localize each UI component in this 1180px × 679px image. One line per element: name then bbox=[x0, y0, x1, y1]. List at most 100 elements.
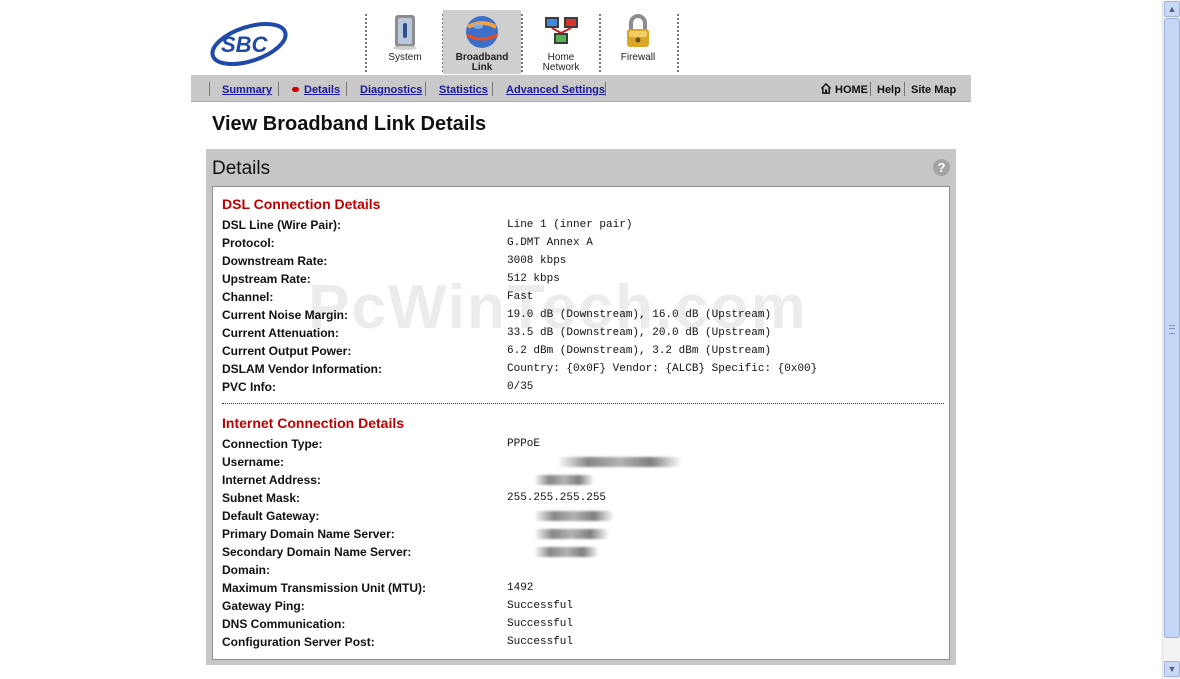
row-label: DSL Line (Wire Pair): bbox=[222, 218, 342, 232]
tab-firewall[interactable]: Firewall bbox=[599, 10, 677, 74]
help-question-icon[interactable]: ? bbox=[933, 159, 950, 176]
internet-row: Default Gateway: bbox=[222, 509, 942, 527]
vertical-scrollbar[interactable]: ▲ ▼ bbox=[1162, 0, 1180, 679]
scroll-down-button[interactable]: ▼ bbox=[1164, 661, 1180, 677]
dsl-row: Protocol: G.DMT Annex A bbox=[222, 236, 942, 254]
details-heading: Details bbox=[212, 158, 271, 179]
subnav-separator bbox=[209, 82, 210, 96]
row-value: 0/35 bbox=[507, 381, 534, 393]
tab-system[interactable]: System bbox=[366, 10, 444, 74]
section-divider bbox=[222, 403, 944, 404]
row-value: Successful bbox=[507, 618, 574, 630]
row-label: Current Attenuation: bbox=[222, 326, 339, 340]
row-value: 6.2 dBm (Downstream), 3.2 dBm (Upstream) bbox=[507, 345, 772, 357]
row-value: PPPoE bbox=[507, 438, 541, 450]
dsl-row: Current Output Power: 6.2 dBm (Downstream… bbox=[222, 344, 942, 362]
tab-home-network-label-2: Network bbox=[542, 62, 580, 73]
subnav-separator bbox=[346, 82, 347, 96]
row-label: DNS Communication: bbox=[222, 617, 346, 631]
dsl-row: Upstream Rate: 512 kbps bbox=[222, 272, 942, 290]
help-link[interactable]: Help bbox=[877, 84, 901, 96]
row-label: Primary Domain Name Server: bbox=[222, 527, 395, 541]
row-label: Current Noise Margin: bbox=[222, 308, 349, 322]
subnav-diagnostics-link[interactable]: Diagnostics bbox=[360, 84, 422, 96]
row-value: 3008 kbps bbox=[507, 255, 567, 267]
row-label: Subnet Mask: bbox=[222, 491, 301, 505]
home-icon[interactable] bbox=[820, 83, 832, 94]
scroll-thumb[interactable] bbox=[1164, 18, 1180, 638]
home-link[interactable]: HOME bbox=[835, 84, 868, 96]
dsl-row: Current Noise Margin: 19.0 dB (Downstream… bbox=[222, 308, 942, 326]
subnav-separator bbox=[605, 82, 606, 96]
subnav-summary-link[interactable]: Summary bbox=[222, 84, 272, 96]
details-panel: Details ? DSL Connection Details DSL Lin… bbox=[206, 149, 956, 665]
utility-separator bbox=[904, 82, 905, 96]
internet-row: Username: bbox=[222, 455, 942, 473]
subnav-details-link[interactable]: Details bbox=[304, 84, 340, 96]
row-value: 33.5 dB (Downstream), 20.0 dB (Upstream) bbox=[507, 327, 772, 339]
broadband-globe-icon bbox=[466, 16, 498, 48]
system-icon bbox=[393, 15, 417, 50]
redacted-value bbox=[534, 529, 609, 539]
dsl-row: Channel: Fast bbox=[222, 290, 942, 308]
subnav-separator bbox=[492, 82, 493, 96]
internet-row: DNS Communication: Successful bbox=[222, 617, 942, 635]
internet-row: Internet Address: bbox=[222, 473, 942, 491]
row-label: Domain: bbox=[222, 563, 270, 577]
internet-row: Connection Type: PPPoE bbox=[222, 437, 942, 455]
subnav-statistics-link[interactable]: Statistics bbox=[439, 84, 488, 96]
tab-home-network[interactable]: Home Network bbox=[522, 10, 600, 74]
row-label: PVC Info: bbox=[222, 380, 276, 394]
internet-row: Configuration Server Post: Successful bbox=[222, 635, 942, 653]
row-label: Protocol: bbox=[222, 236, 275, 250]
sbc-logo[interactable]: SBC bbox=[207, 16, 291, 72]
details-content-box: DSL Connection Details DSL Line (Wire Pa… bbox=[212, 186, 950, 660]
row-label: Username: bbox=[222, 455, 285, 469]
internet-row: Subnet Mask: 255.255.255.255 bbox=[222, 491, 942, 509]
row-value: Country: {0x0F} Vendor: {ALCB} Specific:… bbox=[507, 363, 818, 375]
row-value: 255.255.255.255 bbox=[507, 492, 607, 504]
firewall-lock-icon bbox=[627, 14, 649, 47]
redacted-value bbox=[534, 547, 599, 557]
row-value: 1492 bbox=[507, 582, 534, 594]
row-value: Fast bbox=[507, 291, 534, 303]
nav-divider bbox=[677, 14, 679, 72]
row-label: Default Gateway: bbox=[222, 509, 320, 523]
router-web-page: SBC System Broadband Link Home Network F… bbox=[0, 0, 1162, 679]
scroll-up-button[interactable]: ▲ bbox=[1164, 1, 1180, 17]
internet-section-title: Internet Connection Details bbox=[222, 415, 405, 431]
dsl-row: DSLAM Vendor Information: Country: {0x0F}… bbox=[222, 362, 942, 380]
dsl-row: Current Attenuation: 33.5 dB (Downstream)… bbox=[222, 326, 942, 344]
tab-broadband-label-2: Link bbox=[471, 62, 493, 73]
row-label: Maximum Transmission Unit (MTU): bbox=[222, 581, 427, 595]
subnav-separator bbox=[278, 82, 279, 96]
dsl-section-title: DSL Connection Details bbox=[222, 196, 381, 212]
redacted-value bbox=[534, 511, 614, 521]
tab-system-label: System bbox=[388, 52, 422, 63]
grip-icon bbox=[1169, 325, 1175, 334]
row-label: Current Output Power: bbox=[222, 344, 352, 358]
tab-broadband-link[interactable]: Broadband Link bbox=[443, 10, 521, 74]
site-map-link[interactable]: Site Map bbox=[911, 84, 956, 96]
active-indicator-dot bbox=[292, 87, 299, 92]
redacted-value bbox=[534, 475, 594, 485]
row-value: Successful bbox=[507, 636, 574, 648]
row-value: G.DMT Annex A bbox=[507, 237, 593, 249]
redacted-value bbox=[557, 457, 682, 467]
row-value: 19.0 dB (Downstream), 16.0 dB (Upstream) bbox=[507, 309, 772, 321]
utility-separator bbox=[870, 82, 871, 96]
internet-row: Maximum Transmission Unit (MTU): 1492 bbox=[222, 581, 942, 599]
tab-firewall-label: Firewall bbox=[620, 52, 656, 63]
row-label: Channel: bbox=[222, 290, 274, 304]
row-label: Downstream Rate: bbox=[222, 254, 328, 268]
dsl-row: PVC Info: 0/35 bbox=[222, 380, 942, 398]
row-label: Internet Address: bbox=[222, 473, 321, 487]
subnav-separator bbox=[425, 82, 426, 96]
row-label: DSLAM Vendor Information: bbox=[222, 362, 382, 376]
row-label: Gateway Ping: bbox=[222, 599, 305, 613]
row-label: Configuration Server Post: bbox=[222, 635, 375, 649]
subnav-advanced-settings-link[interactable]: Advanced Settings bbox=[506, 84, 605, 96]
dsl-row: DSL Line (Wire Pair): Line 1 (inner pair) bbox=[222, 218, 942, 236]
sub-navigation-bar: Summary Details Diagnostics Statistics A… bbox=[191, 75, 971, 102]
row-label: Secondary Domain Name Server: bbox=[222, 545, 412, 559]
